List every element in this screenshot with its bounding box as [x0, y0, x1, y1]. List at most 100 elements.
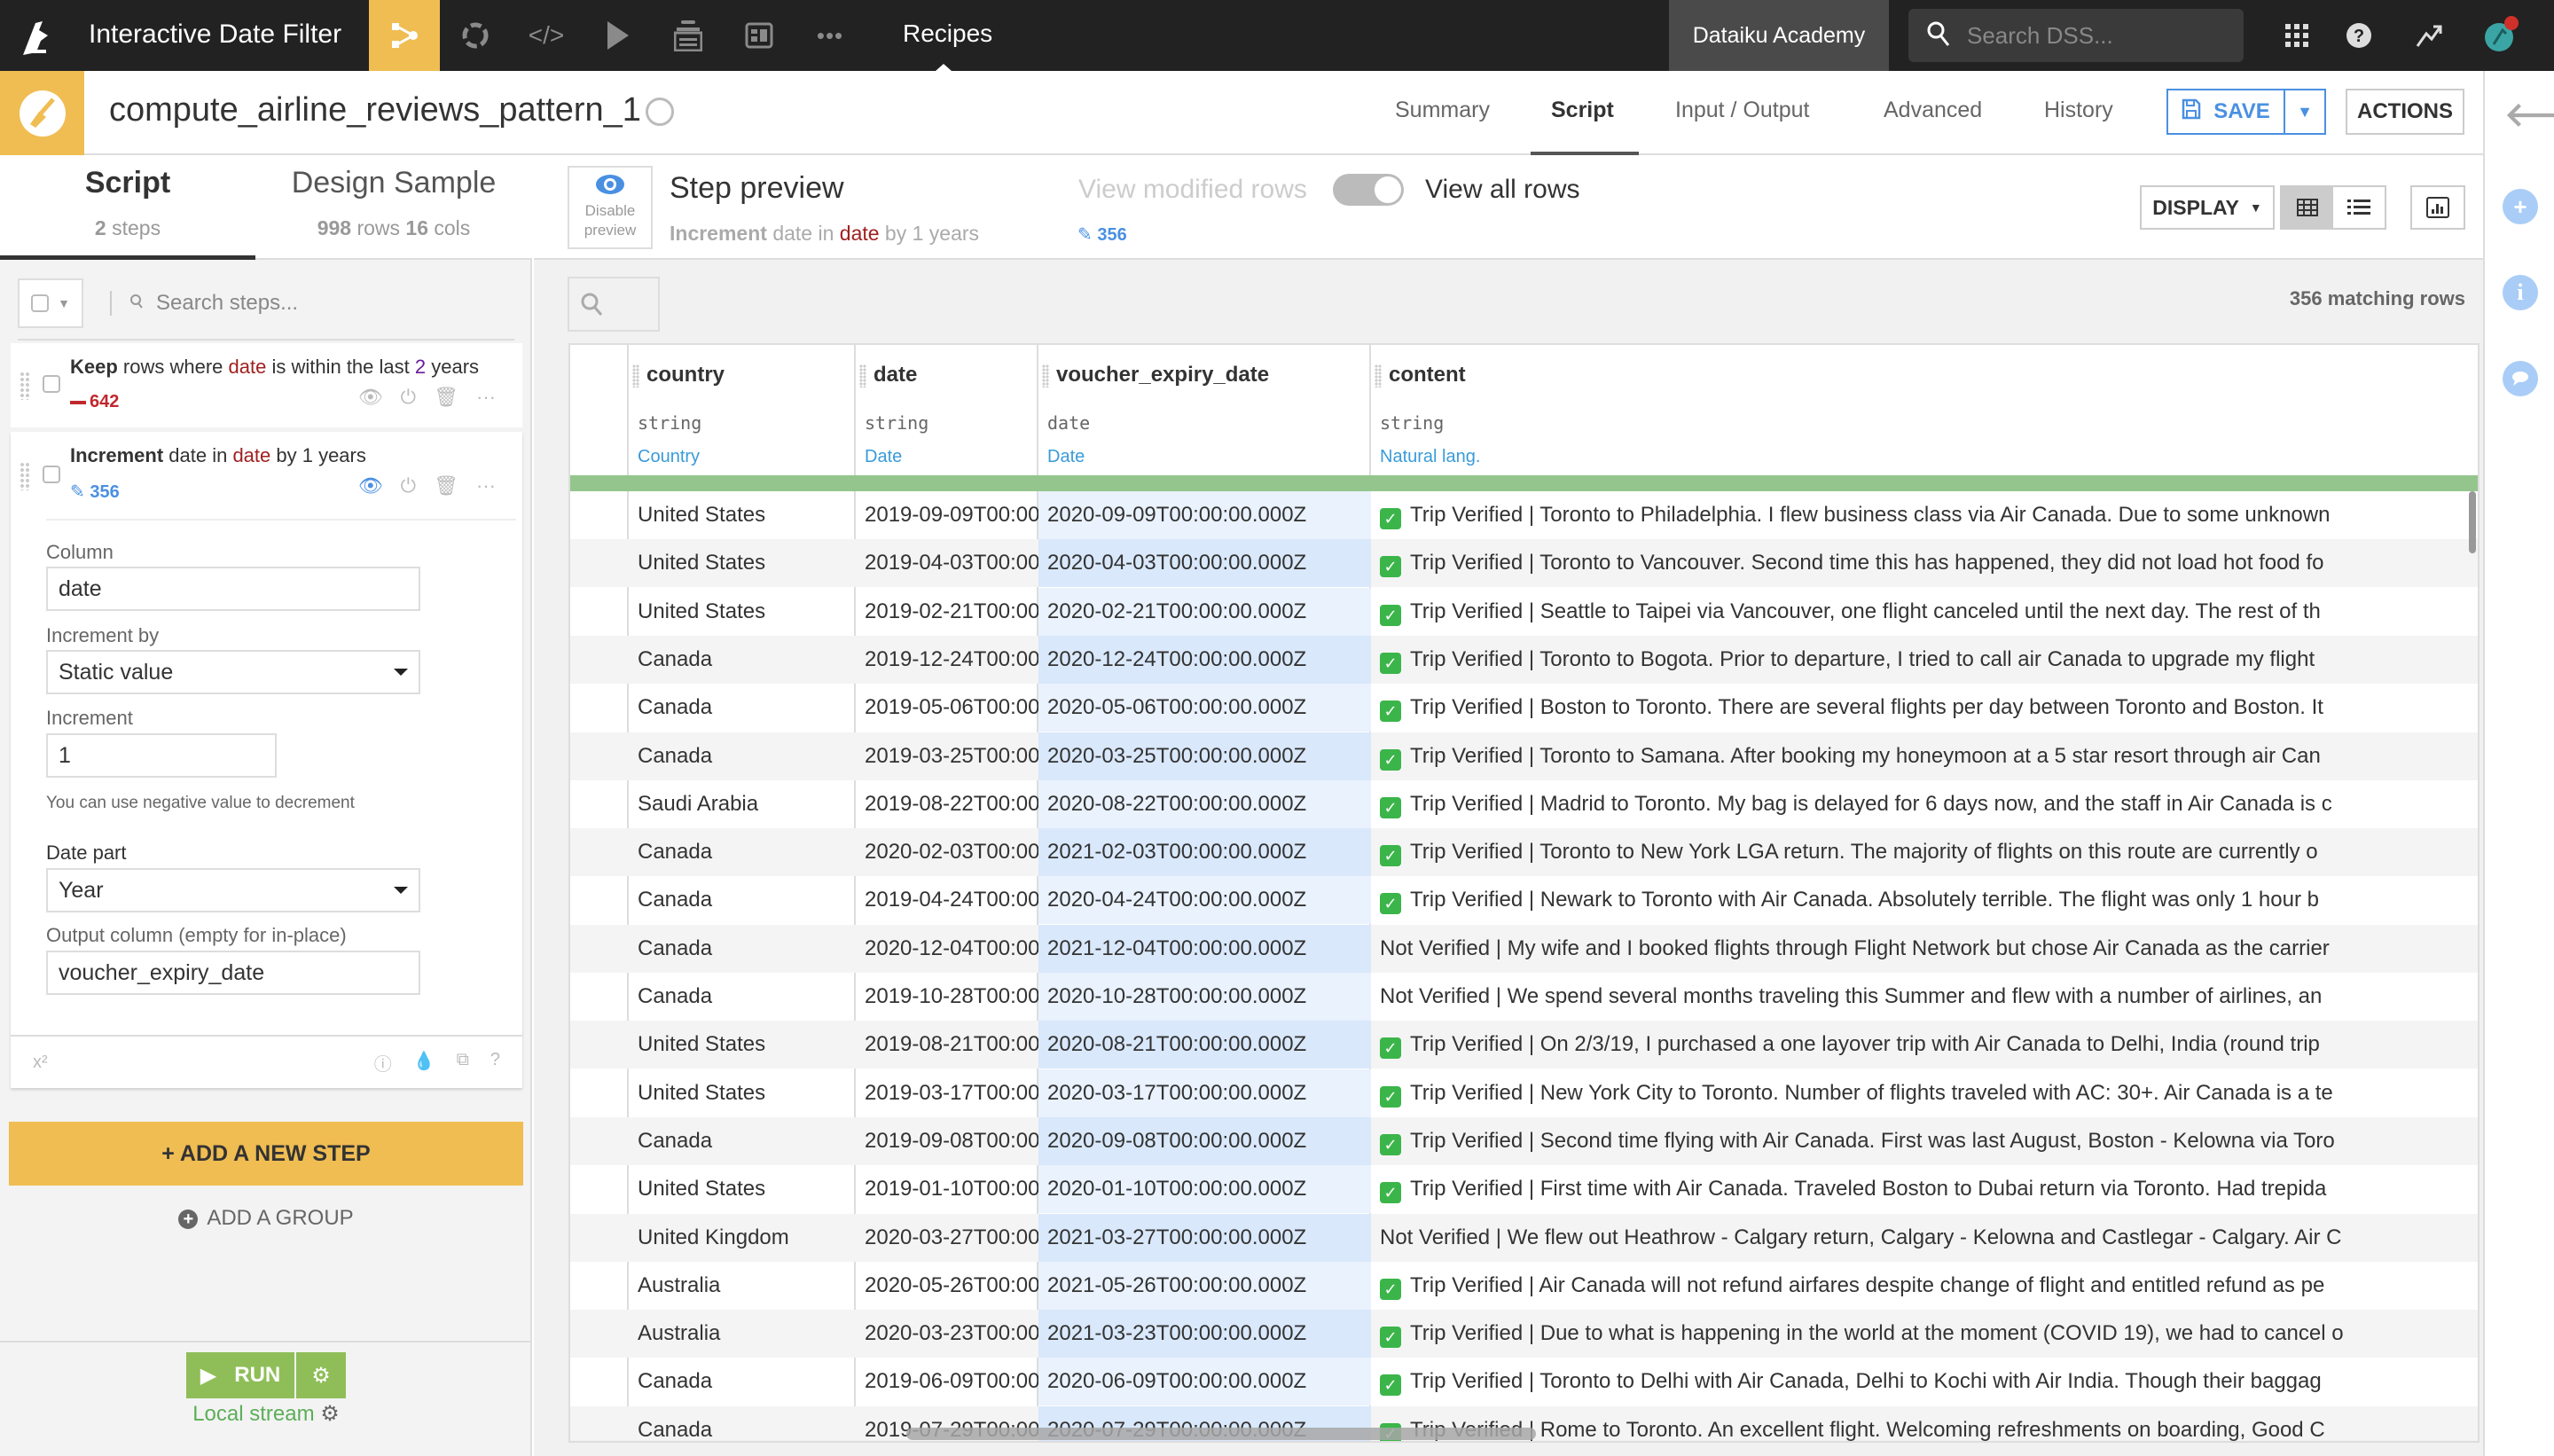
column-name[interactable]: content	[1375, 363, 1466, 387]
vertical-scrollbar[interactable]	[2469, 491, 2476, 553]
cell-date[interactable]: 2019-04-24T00:00:00.000Z	[856, 876, 1038, 924]
eye-icon[interactable]: 👁	[358, 474, 383, 497]
cell-voucher-expiry-date[interactable]: 2021-05-26T00:00:00.000Z	[1038, 1261, 1371, 1310]
cell-content[interactable]: Not Verified | My wife and I booked flig…	[1371, 925, 2478, 973]
cell-country[interactable]: Canada	[629, 684, 856, 732]
run-icon[interactable]	[582, 0, 653, 71]
datasets-icon[interactable]	[653, 0, 724, 71]
date-part-select[interactable]: Year	[46, 868, 420, 912]
more-icon[interactable]: ···	[476, 474, 496, 497]
run-settings-gear-icon[interactable]: ⚙	[296, 1352, 346, 1398]
cell-content[interactable]: ✓ Trip Verified | Newark to Toronto with …	[1371, 876, 2478, 924]
power-icon[interactable]: ⏻	[401, 474, 416, 497]
cell-country[interactable]: United States	[629, 539, 856, 587]
cell-date[interactable]: 2020-05-26T00:00:00.000Z	[856, 1262, 1038, 1310]
cell-date[interactable]: 2020-12-04T00:00:00.000Z	[856, 925, 1038, 973]
table-row[interactable]: Canada 2019-04-24T00:00:00.000Z 2020-04-24…	[570, 876, 2478, 925]
table-row[interactable]: Canada 2019-05-06T00:00:00.000Z 2020-05-06…	[570, 684, 2478, 732]
view-rows-toggle[interactable]	[1333, 174, 1404, 206]
cell-voucher-expiry-date[interactable]: 2020-12-24T00:00:00.000Z	[1038, 635, 1371, 684]
cell-date[interactable]: 2019-04-03T00:00:00.000Z	[856, 539, 1038, 587]
cell-date[interactable]: 2019-01-10T00:00:00.000Z	[856, 1165, 1038, 1213]
column-header[interactable]: country string Country	[629, 345, 854, 474]
cell-voucher-expiry-date[interactable]: 2020-01-10T00:00:00.000Z	[1038, 1165, 1371, 1214]
trash-icon[interactable]: 🗑	[434, 474, 458, 497]
cell-country[interactable]: Canada	[629, 973, 856, 1021]
cell-date[interactable]: 2019-02-21T00:00:00.000Z	[856, 588, 1038, 636]
table-row[interactable]: United States 2019-04-03T00:00:00.000Z 202…	[570, 539, 2478, 588]
duplicate-icon[interactable]: ⧉	[457, 1050, 469, 1076]
cell-date[interactable]: 2020-03-27T00:00:00.000Z	[856, 1214, 1038, 1262]
comment-bubble-icon[interactable]	[2503, 361, 2538, 396]
cell-voucher-expiry-date[interactable]: 2020-03-25T00:00:00.000Z	[1038, 732, 1371, 780]
view-modified-rows-option[interactable]: View modified rows	[1078, 175, 1307, 205]
view-all-rows-option[interactable]: View all rows	[1425, 175, 1580, 205]
drag-handle-icon[interactable]	[20, 462, 30, 490]
cell-country[interactable]: Canada	[629, 1358, 856, 1405]
table-row[interactable]: Canada 2019-10-28T00:00:00.000Z 2020-10-28…	[570, 973, 2478, 1021]
cell-country[interactable]: United States	[629, 1165, 856, 1213]
cell-country[interactable]: United States	[629, 491, 856, 539]
cell-country[interactable]: Canada	[629, 1406, 856, 1441]
table-row[interactable]: United States 2019-01-10T00:00:00.000Z 202…	[570, 1165, 2478, 1214]
cell-content[interactable]: ✓ Trip Verified | First time with Air Can…	[1371, 1165, 2478, 1213]
eye-icon[interactable]: 👁	[358, 386, 383, 409]
cell-content[interactable]: ✓ Trip Verified | Seattle to Taipei via V…	[1371, 588, 2478, 636]
cell-country[interactable]: Saudi Arabia	[629, 780, 856, 828]
select-all-steps-dropdown[interactable]: ▼	[18, 278, 83, 328]
cell-voucher-expiry-date[interactable]: 2021-02-03T00:00:00.000Z	[1038, 828, 1371, 877]
tab-input-output[interactable]: Input / Output	[1675, 98, 1810, 123]
output-column-field[interactable]: voucher_expiry_date	[46, 951, 420, 995]
global-search-input[interactable]	[1967, 21, 2215, 50]
tab-history[interactable]: History	[2044, 98, 2113, 123]
column-name[interactable]: date	[858, 363, 917, 387]
display-dropdown[interactable]: DISPLAY ▼	[2140, 185, 2275, 230]
lab-icon[interactable]	[440, 0, 511, 71]
cell-date[interactable]: 2019-09-08T00:00:00.000Z	[856, 1117, 1038, 1165]
apps-grid-icon[interactable]	[2276, 14, 2318, 57]
horizontal-scrollbar[interactable]	[906, 1428, 1536, 1440]
tab-advanced[interactable]: Advanced	[1884, 98, 1982, 123]
table-row[interactable]: Canada 2019-03-25T00:00:00.000Z 2020-03-25…	[570, 732, 2478, 780]
collapse-arrow-left-icon[interactable]: 🡐	[2504, 94, 2554, 135]
cell-date[interactable]: 2020-03-23T00:00:00.000Z	[856, 1310, 1038, 1358]
cell-country[interactable]: Canada	[629, 925, 856, 973]
help-icon[interactable]: ?	[2338, 14, 2380, 57]
cell-voucher-expiry-date[interactable]: 2021-12-04T00:00:00.000Z	[1038, 924, 1371, 973]
more-icon[interactable]: •••	[795, 0, 866, 71]
cell-voucher-expiry-date[interactable]: 2021-03-27T00:00:00.000Z	[1038, 1213, 1371, 1262]
column-meaning[interactable]: Date	[1047, 447, 1085, 467]
recipe-name[interactable]: compute_airline_reviews_pattern_1	[109, 91, 641, 129]
column-meaning[interactable]: Natural lang.	[1380, 447, 1480, 467]
table-row[interactable]: Australia 2020-05-26T00:00:00.000Z 2021-05…	[570, 1261, 2478, 1310]
cell-date[interactable]: 2019-10-28T00:00:00.000Z	[856, 973, 1038, 1021]
power-icon[interactable]: ⏻	[401, 386, 416, 409]
cell-content[interactable]: ✓ Trip Verified | Second time flying with…	[1371, 1117, 2478, 1165]
step-search-input[interactable]	[156, 291, 422, 316]
script-step[interactable]: Keep rows where date is within the last …	[11, 343, 522, 427]
cell-date[interactable]: 2019-08-22T00:00:00.000Z	[856, 780, 1038, 828]
cell-voucher-expiry-date[interactable]: 2020-02-21T00:00:00.000Z	[1038, 587, 1371, 636]
cell-date[interactable]: 2019-12-24T00:00:00.000Z	[856, 636, 1038, 684]
table-row[interactable]: Canada 2020-02-03T00:00:00.000Z 2021-02-03…	[570, 828, 2478, 877]
global-search[interactable]	[1908, 9, 2244, 62]
cell-content[interactable]: ✓ Trip Verified | Toronto to Philadelphia…	[1371, 491, 2478, 539]
cell-country[interactable]: Canada	[629, 828, 856, 876]
column-stats-chart-icon[interactable]	[2410, 185, 2465, 230]
table-row[interactable]: Canada 2019-12-24T00:00:00.000Z 2020-12-24…	[570, 635, 2478, 684]
info-icon[interactable]: ⓘ	[374, 1050, 392, 1076]
table-view-icon[interactable]	[2282, 187, 2333, 228]
actions-button[interactable]: ACTIONS	[2346, 89, 2464, 135]
cell-content[interactable]: ✓ Trip Verified | On 2/3/19, I purchased …	[1371, 1021, 2478, 1069]
cell-voucher-expiry-date[interactable]: 2020-10-28T00:00:00.000Z	[1038, 973, 1371, 1021]
drag-handle-icon[interactable]	[20, 372, 30, 400]
cell-date[interactable]: 2019-09-09T00:00:00.000Z	[856, 491, 1038, 539]
column-name[interactable]: voucher_expiry_date	[1041, 363, 1269, 387]
table-row[interactable]: United States 2019-03-17T00:00:00.000Z 202…	[570, 1069, 2478, 1117]
cell-content[interactable]: ✓ Trip Verified | New York City to Toront…	[1371, 1069, 2478, 1117]
cell-voucher-expiry-date[interactable]: 2020-04-03T00:00:00.000Z	[1038, 539, 1371, 588]
cell-content[interactable]: ✓ Trip Verified | Toronto to Vancouver. S…	[1371, 539, 2478, 587]
cell-content[interactable]: ✓ Trip Verified | Madrid to Toronto. My b…	[1371, 780, 2478, 828]
increment-field[interactable]: 1	[46, 733, 277, 778]
more-icon[interactable]: ···	[476, 386, 496, 409]
